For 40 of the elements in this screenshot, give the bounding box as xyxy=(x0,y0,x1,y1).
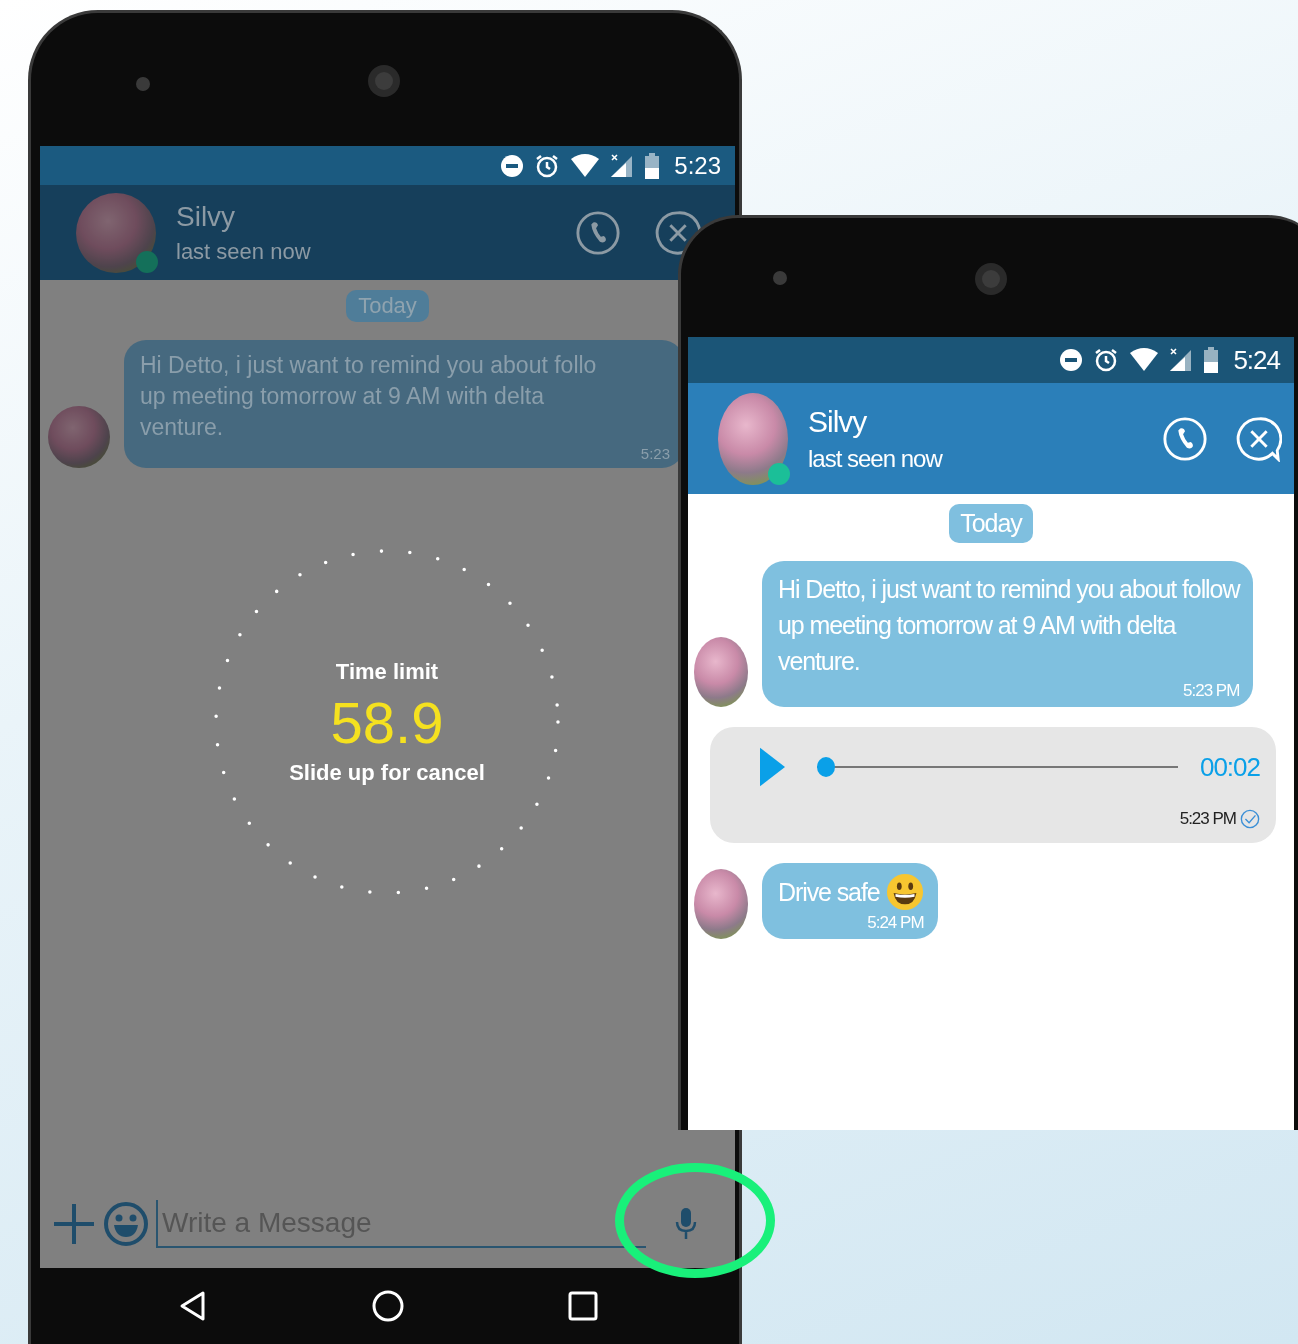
battery-icon xyxy=(644,152,661,179)
message-text: Hi Detto, i just want to remind you about follow up meeting tomorrow at 9 AM with delta venture. xyxy=(778,574,1240,677)
sensor-icon xyxy=(135,76,151,92)
audio-duration: 00:02 xyxy=(1199,751,1260,783)
date-chip: Today xyxy=(346,290,429,322)
last-seen-status: last seen now xyxy=(808,444,944,473)
do-not-disturb-icon xyxy=(500,153,525,178)
message-time: 5:23 PM xyxy=(1179,809,1236,829)
battery-icon xyxy=(1203,347,1220,373)
status-time: 5:24 xyxy=(1233,344,1280,376)
wifi-icon xyxy=(570,153,601,178)
call-icon[interactable] xyxy=(575,209,621,256)
status-time: 5:23 xyxy=(674,151,721,180)
message-time: 5:23 PM xyxy=(1183,681,1240,701)
audio-slider[interactable] xyxy=(817,757,1178,777)
recents-icon[interactable] xyxy=(567,1290,599,1322)
message-time: 5:24 PM xyxy=(867,913,924,933)
emoji-icon[interactable] xyxy=(104,1202,148,1246)
sensor-icon xyxy=(772,270,788,286)
wifi-icon xyxy=(1129,348,1160,372)
message-text: Hi Detto, i just want to remind you about follo up meeting tomorrow at 9 AM with delta venture. xyxy=(140,351,597,442)
contact-name: Silvy xyxy=(176,200,237,233)
audio-thumb[interactable] xyxy=(817,757,835,777)
contact-name: Silvy xyxy=(808,404,868,439)
message-text: Drive safe xyxy=(778,877,880,908)
plus-icon[interactable] xyxy=(52,1202,96,1246)
last-seen-status: last seen now xyxy=(176,238,312,265)
signal-icon xyxy=(1169,348,1194,372)
countdown-value: 58.9 xyxy=(330,688,444,756)
time-limit-label: Time limit xyxy=(335,658,439,685)
date-chip: Today xyxy=(949,504,1033,543)
do-not-disturb-icon xyxy=(1059,348,1084,372)
play-icon[interactable] xyxy=(760,747,785,787)
slide-hint: Slide up for cancel xyxy=(289,759,485,786)
camera-icon xyxy=(367,64,401,98)
microphone-icon[interactable] xyxy=(674,1207,698,1241)
camera-icon xyxy=(974,262,1008,296)
message-time: 5:23 xyxy=(640,445,670,462)
signal-icon xyxy=(610,153,635,178)
home-icon[interactable] xyxy=(372,1290,404,1322)
